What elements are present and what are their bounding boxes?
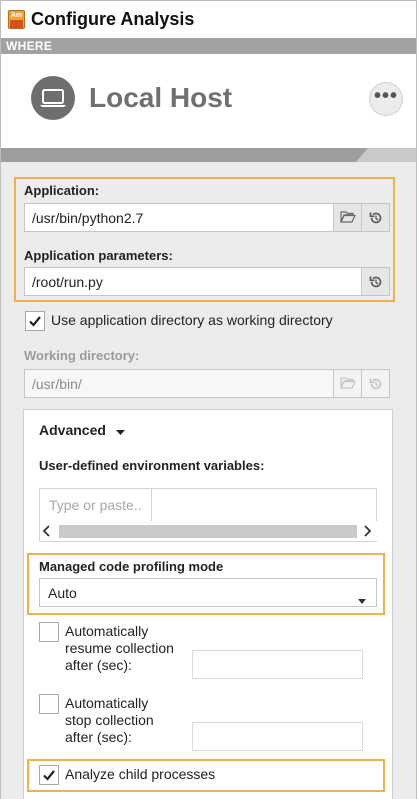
reset-parameters-button[interactable] [361,267,390,296]
reset-application-button[interactable] [361,203,390,232]
analyze-child-label[interactable]: Analyze child processes [65,766,215,782]
laptop-icon [31,76,75,120]
profiling-mode-select[interactable]: Auto [39,578,377,607]
env-var-name-cell[interactable]: Type or paste.. [40,489,152,521]
scroll-right-icon[interactable] [362,524,372,543]
working-directory-label: Working directory: [24,348,140,363]
reset-icon [368,378,384,396]
where-section-label: WHERE [6,39,53,53]
checkmark-icon [43,770,55,781]
caret-down-icon [115,423,125,439]
horizontal-scrollbar[interactable] [40,521,377,541]
analyze-child-checkbox[interactable] [39,765,59,785]
profiling-mode-value: Auto [48,585,77,601]
page-title: Configure Analysis [31,9,195,29]
application-input[interactable]: /usr/bin/python2.7 [24,203,334,232]
more-horizontal-icon: ••• [373,85,398,107]
where-section-header: WHERE [1,38,416,54]
use-app-dir-label[interactable]: Use application directory as working dir… [51,312,333,328]
advanced-label: Advanced [39,422,106,438]
auto-stop-seconds-input[interactable] [192,722,363,751]
profiling-mode-label: Managed code profiling mode [39,559,224,574]
auto-stop-checkbox[interactable] [39,694,59,714]
advanced-toggle[interactable]: Advanced [39,422,125,439]
use-app-dir-checkbox[interactable] [25,311,45,331]
reset-icon [368,212,384,230]
app-logo-icon: Am [8,10,25,29]
app-logo-text: Am [10,12,23,19]
host-card-divider [1,148,416,162]
application-label: Application: [24,183,100,198]
configure-analysis-panel: Am Configure Analysis WHERE Local Host •… [0,0,417,799]
env-vars-label: User-defined environment variables: [39,458,265,473]
env-vars-table: Type or paste.. [39,488,377,542]
browse-working-dir-button [333,369,362,398]
reset-working-dir-button [361,369,390,398]
application-parameters-input[interactable]: /root/run.py [24,267,362,296]
browse-application-button[interactable] [333,203,362,232]
auto-stop-label[interactable]: Automatically stop collection after (sec… [65,695,154,746]
folder-open-icon [339,211,356,228]
scrollbar-thumb[interactable] [59,525,357,538]
checkmark-icon [29,316,41,327]
folder-open-icon [339,377,356,394]
auto-resume-checkbox[interactable] [39,622,59,642]
host-name[interactable]: Local Host [89,82,232,114]
auto-resume-seconds-input[interactable] [192,650,363,679]
auto-resume-label[interactable]: Automatically resume collection after (s… [65,623,174,674]
application-parameters-label: Application parameters: [24,248,173,263]
scroll-left-icon[interactable] [42,524,52,543]
env-var-value-cell[interactable] [153,489,377,521]
working-directory-input: /usr/bin/ [24,369,334,398]
reset-icon [368,276,384,294]
chevron-down-icon [358,591,366,607]
more-options-button[interactable]: ••• [369,82,403,116]
env-var-placeholder: Type or paste.. [49,497,142,513]
